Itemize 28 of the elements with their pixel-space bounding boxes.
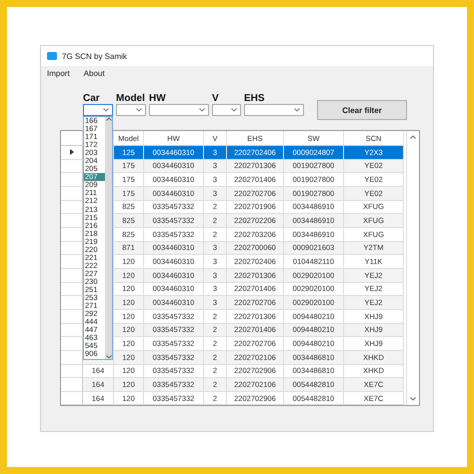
app-icon — [47, 52, 57, 60]
caret-icon[interactable] — [199, 108, 205, 112]
menu-item[interactable]: About — [84, 68, 105, 78]
filter-label: HW — [149, 93, 167, 104]
filter-label: Car — [83, 93, 101, 104]
menu-item[interactable]: Import — [47, 68, 70, 78]
caret-icon[interactable] — [103, 108, 109, 112]
filter-label: V — [212, 93, 220, 104]
row-header[interactable] — [61, 146, 83, 160]
filter-dropdown[interactable] — [116, 104, 146, 116]
scroll-up-icon[interactable] — [410, 135, 416, 139]
filter-dropdown[interactable] — [244, 104, 304, 116]
scroll-down-icon[interactable] — [410, 397, 416, 402]
caret-icon[interactable] — [136, 108, 142, 112]
clear-filter-button[interactable]: Clear filter — [317, 100, 407, 120]
current-row-icon — [70, 149, 74, 156]
scrollbar[interactable] — [406, 131, 419, 406]
caret-icon[interactable] — [294, 108, 300, 112]
scroll-down-icon[interactable] — [106, 355, 112, 359]
filter-dropdown[interactable] — [212, 104, 241, 116]
window-title: 7G SCN by Samik — [62, 52, 127, 60]
filter-label: Model — [116, 93, 146, 104]
scrollbar[interactable] — [105, 117, 112, 359]
filter-dropdown[interactable] — [149, 104, 209, 116]
scroll-up-icon[interactable] — [106, 117, 112, 121]
filter-label: EHS — [244, 93, 266, 104]
filter-dropdown[interactable] — [83, 104, 113, 116]
caret-icon[interactable] — [231, 108, 237, 112]
